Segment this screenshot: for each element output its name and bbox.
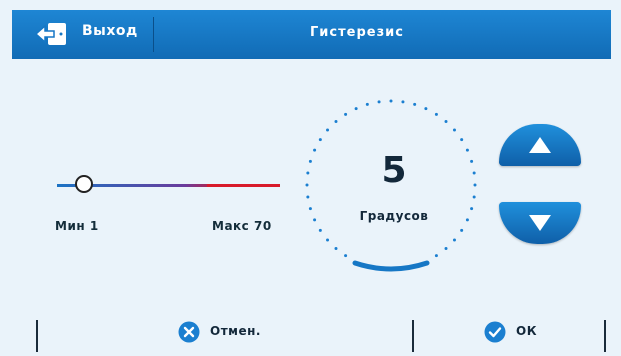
cancel-label: Отмен. <box>210 324 261 338</box>
dial-dot <box>354 107 358 111</box>
dial-dot <box>470 159 474 163</box>
page-title: Гистерезис <box>310 25 404 40</box>
dial-dot <box>305 183 309 187</box>
slider-track-high <box>207 184 280 187</box>
dial-dot <box>344 254 348 258</box>
dial-dot <box>465 148 469 152</box>
dial-dot <box>413 102 417 106</box>
bar-divider-middle <box>412 320 414 352</box>
dial-arc <box>352 260 430 272</box>
bar-divider-left <box>36 320 38 352</box>
dial-dot <box>313 148 317 152</box>
header-bar: Выход Гистерезис <box>12 10 611 59</box>
dial-dot <box>473 183 477 187</box>
ok-label: ОК <box>516 324 538 338</box>
close-circle-icon <box>178 321 200 343</box>
dial-dot <box>452 128 456 132</box>
arrow-up-icon <box>529 137 551 153</box>
dial-value: 5 <box>381 150 407 191</box>
dial-dot <box>389 99 393 103</box>
dial-dot <box>306 171 310 175</box>
dial-dot <box>318 138 322 142</box>
cancel-button[interactable]: Отмен. <box>170 317 290 349</box>
dial-dot <box>326 238 330 242</box>
dial-dot <box>424 107 428 111</box>
exit-label: Выход <box>82 23 138 39</box>
dial-dot <box>460 138 464 142</box>
dial-dot <box>434 112 438 116</box>
dial-dot <box>434 254 438 258</box>
slider-max-label: Макс 70 <box>212 219 272 233</box>
dial-dot <box>460 228 464 232</box>
header-divider <box>153 17 154 52</box>
dial-dot <box>401 100 405 104</box>
ok-button[interactable]: ОК <box>476 317 566 349</box>
decrease-button[interactable] <box>499 202 581 244</box>
dial-dot <box>472 195 476 199</box>
bottom-action-bar: Отмен. ОК <box>0 310 621 356</box>
slider-knob[interactable] <box>75 175 93 193</box>
dial-dot <box>308 207 312 211</box>
bar-divider-right <box>604 320 606 352</box>
dial-dot <box>470 207 474 211</box>
dial-dot <box>326 128 330 132</box>
dial-dot <box>377 100 381 104</box>
dial-dot <box>318 228 322 232</box>
dial-dot <box>365 102 369 106</box>
dial-dot <box>313 218 317 222</box>
dial-unit: Градусов <box>359 209 429 223</box>
arrow-down-icon <box>529 215 551 231</box>
check-circle-icon <box>484 321 506 343</box>
exit-door-icon <box>34 23 66 45</box>
hysteresis-slider[interactable] <box>57 172 282 200</box>
dial-dot <box>444 246 448 250</box>
dial-dot <box>306 195 310 199</box>
dial-dot <box>334 120 338 124</box>
slider-min-label: Мин 1 <box>55 219 99 233</box>
increase-button[interactable] <box>499 124 581 166</box>
dial-dot <box>334 246 338 250</box>
dial-dot <box>472 171 476 175</box>
dial-dot <box>444 120 448 124</box>
dial-dot <box>308 159 312 163</box>
exit-button[interactable]: Выход <box>12 10 152 59</box>
dial-dot <box>344 112 348 116</box>
dial-dot <box>465 218 469 222</box>
dial-dot <box>452 238 456 242</box>
